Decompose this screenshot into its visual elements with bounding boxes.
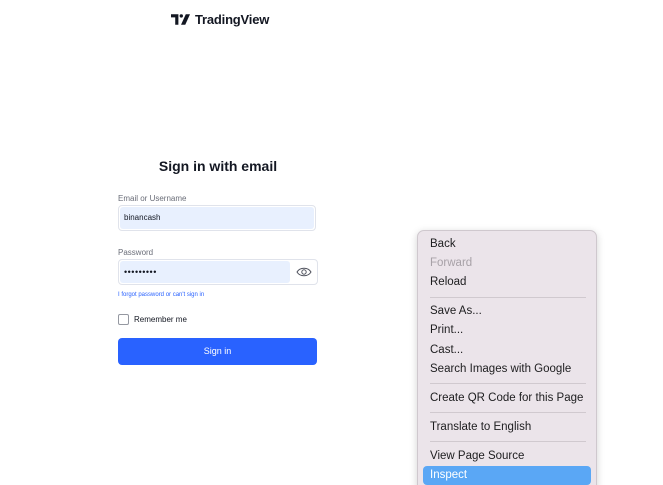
menu-item-create-qr[interactable]: Create QR Code for this Page — [423, 389, 591, 408]
brand-name: TradingView — [195, 12, 270, 27]
menu-item-reload[interactable]: Reload — [423, 273, 591, 292]
eye-icon[interactable] — [296, 265, 312, 279]
menu-item-view-source[interactable]: View Page Source — [423, 447, 591, 466]
remember-me[interactable]: Remember me — [118, 314, 187, 325]
signin-button[interactable]: Sign in — [118, 338, 317, 365]
signin-form: Sign in with email Email or Username bin… — [118, 156, 318, 365]
email-value: binancash — [124, 213, 161, 222]
password-value: ••••••••• — [124, 267, 157, 277]
context-menu: Back Forward Reload Save As... Print... … — [417, 230, 597, 485]
menu-item-back[interactable]: Back — [423, 235, 591, 254]
tradingview-logo-icon — [171, 14, 190, 25]
menu-item-save-as[interactable]: Save As... — [423, 302, 591, 321]
email-label: Email or Username — [118, 194, 187, 203]
menu-item-cast[interactable]: Cast... — [423, 341, 591, 360]
menu-item-print[interactable]: Print... — [423, 321, 591, 340]
menu-separator — [430, 383, 586, 384]
page-title: Sign in with email — [158, 158, 278, 174]
password-field[interactable]: ••••••••• — [118, 259, 318, 285]
email-field[interactable]: binancash — [118, 205, 316, 231]
menu-separator — [430, 297, 586, 298]
menu-item-search-images[interactable]: Search Images with Google — [423, 360, 591, 379]
menu-item-forward: Forward — [430, 257, 473, 269]
menu-item-translate[interactable]: Translate to English — [423, 418, 591, 437]
password-label: Password — [118, 248, 154, 257]
menu-separator — [430, 441, 586, 442]
menu-separator — [430, 412, 586, 413]
forgot-password-link[interactable]: I forgot password or can't sign in — [118, 291, 204, 299]
tradingview-logo[interactable]: TradingView — [171, 12, 269, 27]
remember-label: Remember me — [134, 315, 187, 324]
remember-checkbox[interactable] — [118, 314, 129, 325]
menu-item-inspect[interactable]: Inspect — [423, 466, 591, 485]
